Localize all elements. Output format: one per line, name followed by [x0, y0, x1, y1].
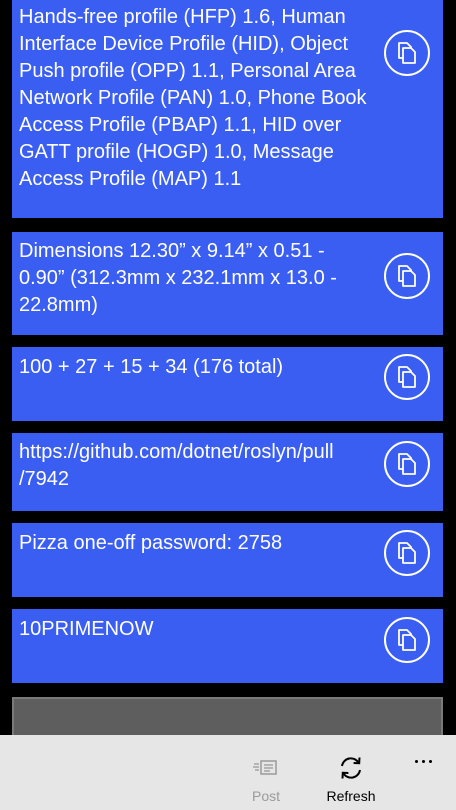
copy-button[interactable] [384, 253, 430, 299]
refresh-icon [334, 751, 368, 785]
copy-icon [398, 453, 416, 475]
clip-text: Pizza one-off password: 2758 [19, 532, 283, 554]
copy-icon [398, 542, 416, 564]
clip-text: Hands-free profile (HFP) 1.6, Human Inte… [19, 6, 372, 190]
copy-button[interactable] [384, 530, 430, 576]
post-button[interactable]: Post [242, 735, 290, 810]
clip-text: 10PRIMENOW [19, 618, 154, 640]
refresh-label: Refresh [326, 788, 376, 804]
post-label: Post [251, 788, 280, 804]
clip-card[interactable]: Pizza one-off password: 2758 [12, 523, 443, 597]
clip-card[interactable]: 10PRIMENOW [12, 609, 443, 683]
clip-card[interactable]: 100 + 27 + 15 + 34 (176 total) [12, 347, 443, 421]
copy-icon [398, 366, 416, 388]
copy-icon [398, 629, 416, 651]
refresh-button[interactable]: Refresh [322, 735, 380, 810]
copy-button[interactable] [384, 617, 430, 663]
clip-text: https://github.com/dotnet/roslyn/pull/79… [19, 441, 334, 490]
clip-card[interactable]: Dimensions 12.30” x 9.14” x 0.51 - 0.90”… [12, 232, 443, 335]
copy-icon [398, 42, 416, 64]
more-icon [414, 759, 418, 763]
copy-button[interactable] [384, 30, 430, 76]
clip-card[interactable]: Hands-free profile (HFP) 1.6, Human Inte… [12, 0, 443, 218]
more-button[interactable] [410, 749, 436, 773]
post-icon [249, 751, 283, 785]
clip-card[interactable]: https://github.com/dotnet/roslyn/pull/79… [12, 433, 443, 511]
app-screen: Hands-free profile (HFP) 1.6, Human Inte… [0, 0, 456, 810]
app-bar: Post Refresh [0, 735, 456, 810]
copy-button[interactable] [384, 441, 430, 487]
copy-icon [398, 265, 416, 287]
clip-card-placeholder[interactable] [12, 697, 443, 737]
clip-text: 100 + 27 + 15 + 34 (176 total) [19, 356, 284, 378]
copy-button[interactable] [384, 354, 430, 400]
clip-text: Dimensions 12.30” x 9.14” x 0.51 - 0.90”… [19, 240, 343, 316]
